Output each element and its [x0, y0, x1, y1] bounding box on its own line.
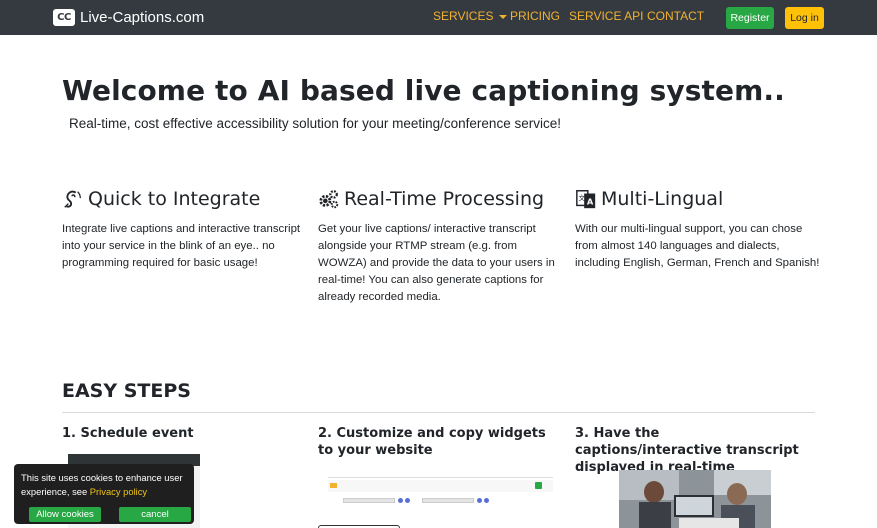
feature-title: Multi-Lingual: [601, 188, 724, 210]
nav-service-api[interactable]: SERVICE API: [569, 9, 643, 23]
hero-title: Welcome to AI based live captioning syst…: [62, 74, 785, 107]
navbar: CC Live-Captions.com SERVICES PRICING SE…: [0, 0, 877, 35]
nav-services[interactable]: SERVICES: [433, 9, 508, 23]
feature-realtime-processing: Real-Time Processing Get your live capti…: [318, 187, 563, 306]
step-title: 1. Schedule event: [62, 426, 194, 441]
meeting-photo: [619, 470, 771, 528]
allow-cookies-button[interactable]: Allow cookies: [29, 507, 101, 522]
cookie-banner: This site uses cookies to enhance user e…: [14, 464, 194, 524]
privacy-policy-link[interactable]: Privacy policy: [90, 486, 147, 497]
feature-title: Real-Time Processing: [344, 188, 545, 210]
caret-down-icon: [499, 14, 508, 19]
widgets-screenshot: [318, 470, 553, 528]
easy-steps-heading: EASY STEPS: [62, 380, 191, 402]
cc-logo-icon: CC: [53, 8, 75, 26]
nav-contact[interactable]: CONTACT: [647, 9, 704, 23]
hearing-icon: [64, 190, 81, 208]
hero-subtitle: Real-time, cost effective accessibility …: [69, 116, 561, 131]
divider: [62, 412, 815, 413]
brand-name: Live-Captions.com: [80, 8, 205, 26]
gears-icon: [319, 190, 339, 209]
svg-text:A: A: [587, 197, 594, 207]
cookie-text: This site uses cookies to enhance user e…: [21, 472, 183, 497]
feature-title: Quick to Integrate: [88, 188, 261, 210]
feature-multi-lingual: 文 A Multi-Lingual With our multi-lingual…: [575, 187, 820, 272]
nav-pricing[interactable]: PRICING: [510, 9, 560, 23]
step-title: 3. Have the captions/interactive transcr…: [575, 426, 799, 475]
feature-text: Get your live captions/ interactive tran…: [318, 223, 555, 303]
cancel-cookies-button[interactable]: cancel: [119, 507, 191, 522]
login-button[interactable]: Log in: [785, 7, 824, 29]
step-title: 2. Customize and copy widgets to your we…: [318, 426, 546, 458]
feature-text: With our multi-lingual support, you can …: [575, 223, 820, 269]
brand[interactable]: CC Live-Captions.com: [53, 7, 204, 27]
svg-text:文: 文: [579, 193, 586, 202]
feature-text: Integrate live captions and interactive …: [62, 223, 301, 269]
register-button[interactable]: Register: [726, 7, 774, 29]
feature-quick-integrate: Quick to Integrate Integrate live captio…: [62, 187, 307, 272]
language-icon: 文 A: [576, 190, 596, 209]
